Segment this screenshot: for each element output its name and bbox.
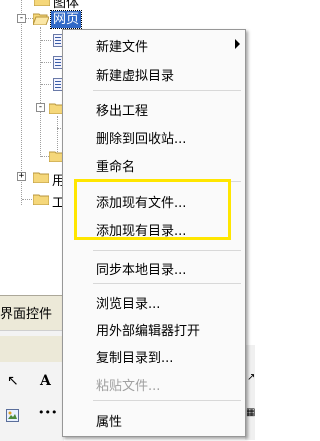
image-icon[interactable] xyxy=(6,409,19,422)
menu-item-label: 添加现有目录... xyxy=(96,224,187,239)
menu-item-label: 重命名 xyxy=(96,160,136,175)
menu-item-label: 浏览目录... xyxy=(96,297,161,312)
collapse-toggle[interactable]: - xyxy=(17,14,26,23)
menu-item-properties[interactable]: 属性 xyxy=(64,408,244,430)
menu-separator xyxy=(93,181,241,182)
right-scroll-strip xyxy=(245,345,255,440)
menu-separator xyxy=(93,90,241,91)
tree-node-selected[interactable]: 网页 xyxy=(49,10,83,29)
menu-item-label: 删除到回收站... xyxy=(96,132,187,147)
menu-item-add-existing-file[interactable]: 添加现有文件... xyxy=(64,189,244,211)
menu-item-label: 添加现有文件... xyxy=(96,196,187,211)
menu-item-label: 新建文件 xyxy=(96,40,149,55)
expand-toggle[interactable]: + xyxy=(17,172,26,181)
collapse-toggle[interactable]: - xyxy=(36,103,45,112)
open-folder-icon xyxy=(33,13,49,25)
menu-separator xyxy=(93,250,241,251)
menu-item-open-external-editor[interactable]: 用外部编辑器打开 xyxy=(64,317,244,339)
folder-icon xyxy=(34,0,50,6)
menu-item-label: 移出工程 xyxy=(96,104,149,119)
menu-item-add-existing-dir[interactable]: 添加现有目录... xyxy=(64,217,244,239)
menu-item-label: 粘贴文件... xyxy=(96,379,161,394)
menu-item-copy-dir-to[interactable]: 复制目录到... xyxy=(64,344,244,366)
menu-item-label: 同步本地目录... xyxy=(96,263,187,278)
menu-item-new-virtual-dir[interactable]: 新建虚拟目录 xyxy=(64,62,244,84)
submenu-arrow-icon xyxy=(235,39,240,49)
menu-item-sync-local-dir[interactable]: 同步本地目录... xyxy=(64,256,244,278)
tree-node-label[interactable]: 图体 xyxy=(53,0,79,11)
tree-node-label: 网页 xyxy=(53,12,80,27)
menu-item-new-file[interactable]: 新建文件 xyxy=(64,33,244,55)
menu-separator xyxy=(93,283,241,284)
toolbox-row xyxy=(0,336,64,362)
grid-icon: ▦ xyxy=(246,407,256,418)
menu-item-label: 用外部编辑器打开 xyxy=(96,324,201,339)
arrow-icon: ↗ xyxy=(247,372,256,383)
folder-icon xyxy=(33,172,49,183)
menu-item-label: 属性 xyxy=(96,415,123,430)
menu-item-label: 新建虚拟目录 xyxy=(96,69,175,84)
menu-item-label: 复制目录到... xyxy=(96,351,174,366)
folder-icon xyxy=(33,194,49,205)
menu-item-delete-to-recycle[interactable]: 删除到回收站... xyxy=(64,125,244,147)
dots-icon[interactable]: ••• xyxy=(38,406,57,419)
menu-item-remove-from-project[interactable]: 移出工程 xyxy=(64,97,244,119)
menu-item-rename[interactable]: 重命名 xyxy=(64,153,244,175)
menu-item-paste-file: 粘贴文件... xyxy=(64,372,244,394)
text-a-icon[interactable]: A xyxy=(40,373,51,389)
context-menu: 新建文件 新建虚拟目录 移出工程 删除到回收站... 重命名 添加现有文件...… xyxy=(62,29,246,437)
pointer-icon[interactable]: ↖ xyxy=(7,373,19,389)
menu-item-browse-dir[interactable]: 浏览目录... xyxy=(64,290,244,312)
menu-separator xyxy=(93,400,241,401)
panel-tab-ui-controls[interactable]: 界面控件 xyxy=(0,303,52,322)
